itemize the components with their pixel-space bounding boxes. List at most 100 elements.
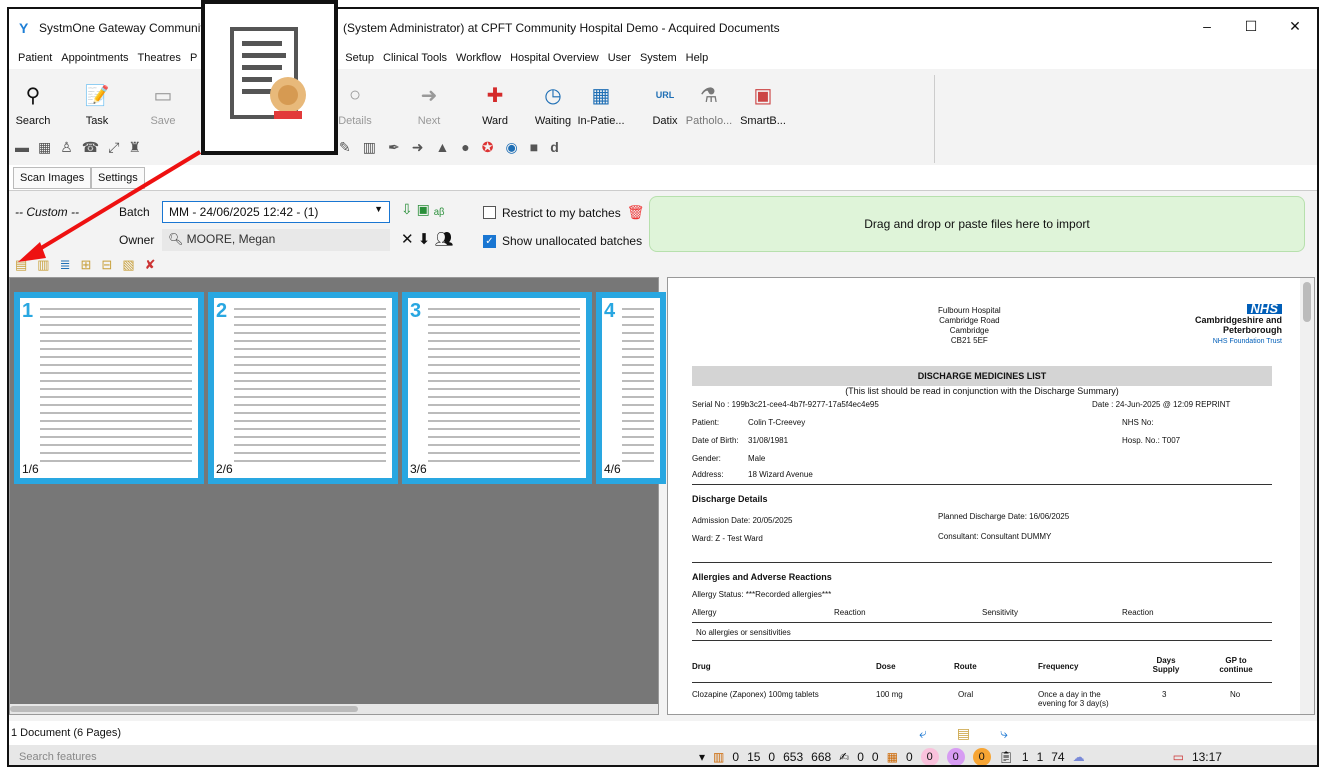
scroll-thumb[interactable] <box>10 706 358 712</box>
counter: 0 <box>871 750 879 764</box>
thumbnail-page[interactable]: 4 4/6 <box>596 292 666 484</box>
split-icon[interactable]: ⊞ <box>81 257 92 273</box>
bars-icon[interactable]: ▥ <box>363 139 376 156</box>
person-icon[interactable]: ♙ <box>60 139 73 156</box>
gender-value: Male <box>748 454 766 463</box>
page-nav-icons: ⤶ ▤ ⤷ <box>919 725 1008 742</box>
restrict-box[interactable] <box>483 206 496 219</box>
save-button[interactable]: ▭ Save <box>139 77 187 135</box>
systmone-logo-icon: Y <box>19 20 29 36</box>
next-button[interactable]: ➜ Next <box>405 77 453 135</box>
preview-scrollbar[interactable] <box>1300 278 1314 714</box>
minimize-button[interactable]: – <box>1185 9 1229 43</box>
drug-header: Drug <box>692 662 711 671</box>
inpatient-button[interactable]: ▦ In-Patie... <box>577 77 625 135</box>
document-view-icon[interactable]: ▤ <box>957 725 970 742</box>
trash-icon[interactable]: 🗑︎ <box>627 204 645 221</box>
details-button[interactable]: ○ Details <box>331 77 379 135</box>
expand-icon[interactable]: ⤢ <box>108 139 119 156</box>
arrow-icon[interactable]: ➜ <box>412 139 424 156</box>
block-icon[interactable]: ■ <box>530 139 538 156</box>
d-icon[interactable]: d <box>550 139 559 156</box>
menu-user[interactable]: User <box>608 52 631 64</box>
pages-icon[interactable]: ▧ <box>122 257 134 273</box>
document-view-icon[interactable]: ▤ <box>15 257 27 273</box>
batch-select[interactable]: MM - 24/06/2025 12:42 - (1) ▼ <box>162 201 390 223</box>
pen-icon[interactable]: ✒ <box>388 139 400 156</box>
menu-partial[interactable]: P <box>190 52 197 64</box>
grid-icon[interactable]: ▦ <box>38 139 51 156</box>
show-unallocated-box[interactable]: ✓ <box>483 234 496 248</box>
menu-hospital-overview[interactable]: Hospital Overview <box>510 52 599 64</box>
waiting-button[interactable]: ◷ Waiting <box>529 77 577 135</box>
phone-icon[interactable]: ☎ <box>82 139 99 156</box>
rotate-left-icon[interactable]: ⤶ <box>919 725 927 742</box>
zoomed-icon-callout <box>201 0 338 155</box>
menu-appointments[interactable]: Appointments <box>61 52 128 64</box>
rotate-right-icon[interactable]: ⤷ <box>1000 725 1008 742</box>
dob-label: Date of Birth: <box>692 436 739 445</box>
serial-number: Serial No : 199b3c21-cee4-4b7f-9277-17a5… <box>692 400 879 409</box>
quick-toolbar-left: ▬ ▦ ♙ ☎ ⤢ ♜ <box>15 139 141 156</box>
route-header: Route <box>954 662 977 671</box>
owner-field[interactable]: 🔍︎ MOORE, Megan <box>162 229 390 251</box>
scroll-thumb[interactable] <box>1303 282 1311 322</box>
thumbnail-page[interactable]: 3 3/6 <box>402 292 592 484</box>
show-unallocated-checkbox[interactable]: ✓ Show unallocated batches <box>483 234 642 248</box>
menu-theatres[interactable]: Theatres <box>138 52 181 64</box>
menu-clinical-tools[interactable]: Clinical Tools <box>383 52 447 64</box>
task-button[interactable]: 📝 Task <box>73 77 121 135</box>
chevron-down-icon[interactable]: ▾ <box>699 750 705 764</box>
smartboard-button[interactable]: ▣ SmartB... <box>739 77 787 135</box>
triangle-icon[interactable]: ▲ <box>435 139 449 156</box>
datix-button[interactable]: URL Datix <box>641 77 689 135</box>
merge-icon[interactable]: ⊟ <box>101 257 112 273</box>
menu-patient[interactable]: Patient <box>18 52 52 64</box>
delete-pages-icon[interactable]: ✘ <box>145 257 156 273</box>
tab-settings[interactable]: Settings <box>91 167 145 189</box>
menu-setup[interactable]: Setup <box>345 52 374 64</box>
tab-scan-images[interactable]: Scan Images <box>13 167 92 189</box>
clock-time: 13:17 <box>1191 750 1222 764</box>
clear-download-users-icons[interactable]: ✕ ⬇ 👥︎ <box>401 230 454 248</box>
pathology-button[interactable]: ⚗ Patholo... <box>685 77 733 135</box>
datix-label: Datix <box>652 115 678 127</box>
colorwheel-icon[interactable]: ✪ <box>482 139 494 156</box>
owner-value: MOORE, Megan <box>186 232 276 246</box>
search-bar: Search features ▾ ▥ 0 15 0 653 668 ✍︎ 0 … <box>9 745 1317 765</box>
save-icon: ▭ <box>153 84 173 107</box>
thumbnail-pane: 1 1/6 2 2/6 3 3/6 4 4/6 <box>9 277 666 715</box>
thumbnail-page[interactable]: 2 2/6 <box>208 292 398 484</box>
days-supply-header: Days Supply <box>1152 656 1180 674</box>
search-features-input[interactable]: Search features <box>19 751 679 763</box>
drop-zone[interactable]: Drag and drop or paste files here to imp… <box>649 196 1305 252</box>
syringe-icon[interactable]: ✎ <box>339 139 351 156</box>
document-move-icon[interactable]: ≣ <box>60 257 71 273</box>
status-counters: ▾ ▥ 0 15 0 653 668 ✍︎ 0 0 ▦ 0 0 0 0 📋︎ 1… <box>699 748 1222 765</box>
patient-value: Colin T-Creevey <box>748 418 806 427</box>
close-button[interactable]: ✕ <box>1273 9 1317 43</box>
allergy-status: Allergy Status: ***Recorded allergies*** <box>692 590 832 599</box>
thumbnail-count: 3/6 <box>410 462 427 476</box>
address-value: 18 Wizard Avenue <box>748 470 813 479</box>
ward-button[interactable]: ✚ Ward <box>471 77 519 135</box>
thumbnail-page[interactable]: 1 1/6 <box>14 292 204 484</box>
search-button[interactable]: ⚲ Search <box>9 77 57 135</box>
custom-dropdown[interactable]: -- Custom -- <box>15 205 79 219</box>
weather-icon: ☁ <box>1072 750 1085 764</box>
battery-icon[interactable]: ▬ <box>15 139 29 156</box>
document-copy-icon[interactable]: ▥ <box>37 257 49 273</box>
thumbnail-number: 2 <box>216 300 228 322</box>
batch-action-icons[interactable]: ⇩ ▣ ₐᵦ <box>401 201 444 218</box>
circle-icon[interactable]: ● <box>461 139 469 156</box>
menu-help[interactable]: Help <box>686 52 709 64</box>
thumbnail-scrollbar[interactable] <box>10 704 658 714</box>
maximize-button[interactable]: ☐ <box>1229 9 1273 43</box>
menu-system[interactable]: System <box>640 52 677 64</box>
chevron-down-icon: ▼ <box>374 204 383 214</box>
restrict-checkbox[interactable]: Restrict to my batches 🗑︎ <box>483 204 645 221</box>
menu-workflow[interactable]: Workflow <box>456 52 501 64</box>
bottle-icon[interactable]: ♜ <box>128 139 141 156</box>
document-date: Date : 24-Jun-2025 @ 12:09 REPRINT <box>1092 400 1231 409</box>
url-icon[interactable]: ◉ <box>506 139 518 156</box>
